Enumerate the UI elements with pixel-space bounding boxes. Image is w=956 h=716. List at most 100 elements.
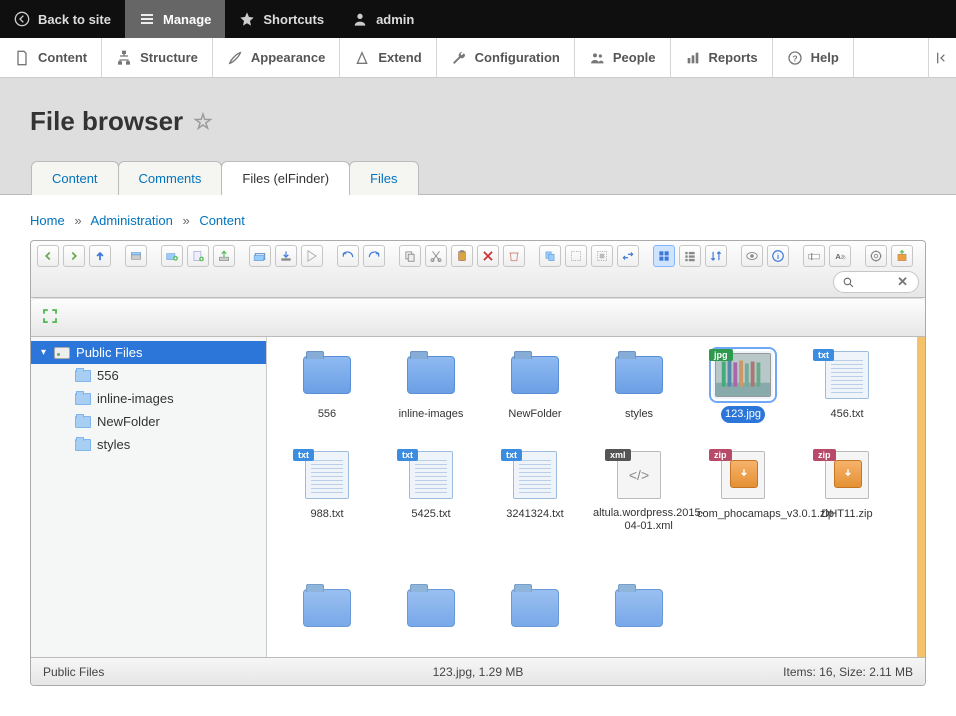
tb-paste[interactable] [451,245,473,267]
tb-edit[interactable]: Aあ [829,245,851,267]
tree-node-styles[interactable]: styles [31,433,266,456]
tb-upload[interactable] [213,245,235,267]
tb-back[interactable] [37,245,59,267]
file-item[interactable]: txt456.txt [797,351,897,423]
file-item[interactable]: inline-images [381,351,481,423]
tb-resize[interactable] [865,245,887,267]
tb-netmount[interactable] [125,245,147,267]
file-item[interactable] [589,564,689,618]
tb-undo[interactable] [337,245,359,267]
tree-root[interactable]: Public Files [31,341,266,364]
tb-info[interactable]: i [767,245,789,267]
tb-redo[interactable] [363,245,385,267]
tab-comments[interactable]: Comments [118,161,223,195]
back-to-site[interactable]: Back to site [0,0,125,38]
drive-icon [54,347,70,359]
file-item[interactable]: txt3241324.txt [485,451,585,535]
tb-selectinvert[interactable] [617,245,639,267]
tab-files[interactable]: Files [349,161,418,195]
crumb-admin[interactable]: Administration [90,213,172,228]
tb-newfolder[interactable] [161,245,183,267]
menu-people[interactable]: People [575,38,671,77]
tb-forward[interactable] [63,245,85,267]
tb-selectnone[interactable] [591,245,613,267]
tb-getfile[interactable] [301,245,323,267]
file-item-selected[interactable]: jpg 123.jpg [693,351,793,423]
folder-icon [401,351,461,399]
tb-extract[interactable] [891,245,913,267]
tb-rm[interactable] [477,245,499,267]
zip-icon: zip [817,451,877,499]
hamburger-icon [139,11,155,27]
tab-content[interactable]: Content [31,161,119,195]
tb-rename[interactable] [803,245,825,267]
shortcuts[interactable]: Shortcuts [225,0,338,38]
file-item[interactable] [485,564,585,618]
file-item[interactable] [381,564,481,618]
folder-icon [75,393,91,405]
menu-configuration[interactable]: Configuration [437,38,575,77]
menu-help[interactable]: ?Help [773,38,854,77]
folder-icon [75,439,91,451]
tb-duplicate[interactable] [539,245,561,267]
menu-extend[interactable]: Extend [340,38,436,77]
menu-appearance[interactable]: Appearance [213,38,340,77]
file-item[interactable]: xml</>altula.wordpress.2015-04-01.xml [589,451,689,535]
people-icon [589,50,605,66]
tb-view-icons[interactable] [653,245,675,267]
file-item[interactable]: zipcom_phocamaps_v3.0.1.zip [693,451,793,535]
tree-node-newfolder[interactable]: NewFolder [31,410,266,433]
back-to-site-label: Back to site [38,12,111,27]
scrollbar[interactable] [917,337,925,657]
help-icon: ? [787,50,803,66]
manage-toggle[interactable]: Manage [125,0,225,38]
status-path: Public Files [43,665,104,679]
crumb-home[interactable]: Home [30,213,65,228]
txt-icon: txt [297,451,357,499]
tb-preview[interactable] [741,245,763,267]
file-item[interactable] [277,564,377,618]
file-item[interactable]: txt988.txt [277,451,377,535]
toolbar-search[interactable]: ✕ [833,271,919,293]
shortcuts-label: Shortcuts [263,12,324,27]
user-menu[interactable]: admin [338,0,428,38]
wrench-icon [451,50,467,66]
tree-node-inline-images[interactable]: inline-images [31,387,266,410]
file-item[interactable]: 556 [277,351,377,423]
file-item[interactable]: NewFolder [485,351,585,423]
star-icon [239,11,255,27]
status-summary: Items: 16, Size: 2.11 MB [783,665,913,679]
tree-node-556[interactable]: 556 [31,364,266,387]
tab-files-elfinder[interactable]: Files (elFinder) [221,161,350,195]
breadcrumb: Home » Administration » Content [30,213,926,228]
tb-sort[interactable] [705,245,727,267]
menu-reports[interactable]: Reports [671,38,773,77]
tb-empty[interactable] [503,245,525,267]
hierarchy-icon [116,50,132,66]
person-icon [352,11,368,27]
tb-fullscreen[interactable] [37,303,63,332]
tb-open[interactable] [249,245,271,267]
file-item[interactable]: txt5425.txt [381,451,481,535]
tb-copy[interactable] [399,245,421,267]
tb-selectall[interactable] [565,245,587,267]
favorite-star-icon[interactable]: ☆ [193,109,213,135]
tb-download[interactable] [275,245,297,267]
tb-up[interactable] [89,245,111,267]
menu-collapse[interactable] [928,38,956,77]
admin-menu: Content Structure Appearance Extend Conf… [0,38,956,78]
file-item[interactable]: styles [589,351,689,423]
folder-icon [297,351,357,399]
tb-cut[interactable] [425,245,447,267]
folder-icon [609,351,669,399]
tb-newfile[interactable] [187,245,209,267]
txt-icon: txt [817,351,877,399]
tb-view-list[interactable] [679,245,701,267]
file-item[interactable]: zipDHT11.zip [797,451,897,535]
zip-icon: zip [713,451,773,499]
search-clear-icon[interactable]: ✕ [895,274,910,290]
menu-content[interactable]: Content [0,38,102,77]
crumb-content[interactable]: Content [199,213,245,228]
menu-structure[interactable]: Structure [102,38,213,77]
file-grid[interactable]: 556 inline-images NewFolder styles jpg 1… [267,337,925,657]
